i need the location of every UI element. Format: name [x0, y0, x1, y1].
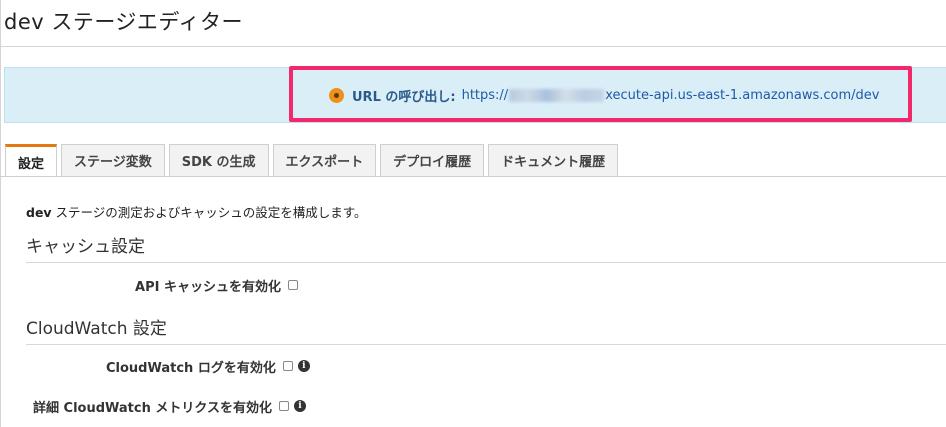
tab-stage-variables[interactable]: ステージ変数: [61, 144, 165, 176]
cw-logs-row: CloudWatch ログを有効化 i: [106, 357, 310, 376]
invoke-url-label: URL の呼び出し:: [352, 89, 456, 105]
tab-divider: [0, 176, 946, 177]
cw-metrics-checkbox[interactable]: [278, 401, 289, 411]
invoke-url-row: URL の呼び出し: https:// xecute-api.us-east-1…: [329, 86, 880, 105]
settings-description: dev ステージの測定およびキャッシュの設定を構成します。: [26, 202, 367, 221]
cw-logs-checkbox[interactable]: [282, 361, 293, 371]
page-title: dev ステージエディター: [4, 10, 243, 34]
left-border: [0, 0, 1, 427]
cw-metrics-label: 詳細 CloudWatch メトリクスを有効化: [33, 400, 272, 416]
cw-logs-label: CloudWatch ログを有効化: [106, 360, 276, 376]
api-cache-checkbox[interactable]: [288, 280, 298, 290]
stage-name: dev: [26, 205, 52, 220]
tab-deployment-history[interactable]: デプロイ履歴: [380, 144, 485, 176]
info-icon[interactable]: i: [297, 360, 310, 372]
tab-settings[interactable]: 設定: [5, 144, 58, 177]
title-divider: [0, 46, 946, 47]
tab-documentation-history[interactable]: ドキュメント履歴: [488, 144, 619, 176]
api-cache-label: API キャッシュを有効化: [135, 279, 281, 295]
status-dot-icon: [329, 87, 344, 103]
invoke-url-suffix: xecute-api.us-east-1.amazonaws.com/dev: [605, 87, 880, 103]
cache-section-title: キャッシュ設定: [26, 237, 145, 257]
stage-tabs: 設定 ステージ変数 SDK の生成 エクスポート デプロイ履歴 ドキュメント履歴: [5, 144, 622, 177]
cloudwatch-section-divider: [26, 344, 946, 345]
cloudwatch-section-title: CloudWatch 設定: [26, 319, 167, 339]
invoke-url-prefix: https://: [461, 87, 509, 103]
tab-sdk-generation[interactable]: SDK の生成: [168, 144, 269, 176]
tab-export[interactable]: エクスポート: [272, 144, 377, 176]
description-text: ステージの測定およびキャッシュの設定を構成します。: [51, 205, 367, 220]
cw-metrics-row: 詳細 CloudWatch メトリクスを有効化 i: [33, 397, 306, 416]
info-icon[interactable]: i: [293, 400, 306, 412]
cache-section-divider: [26, 262, 946, 263]
api-cache-row: API キャッシュを有効化: [135, 276, 298, 295]
invoke-url-link[interactable]: https:// xecute-api.us-east-1.amazonaws.…: [462, 88, 880, 103]
redacted-segment: [509, 88, 605, 102]
